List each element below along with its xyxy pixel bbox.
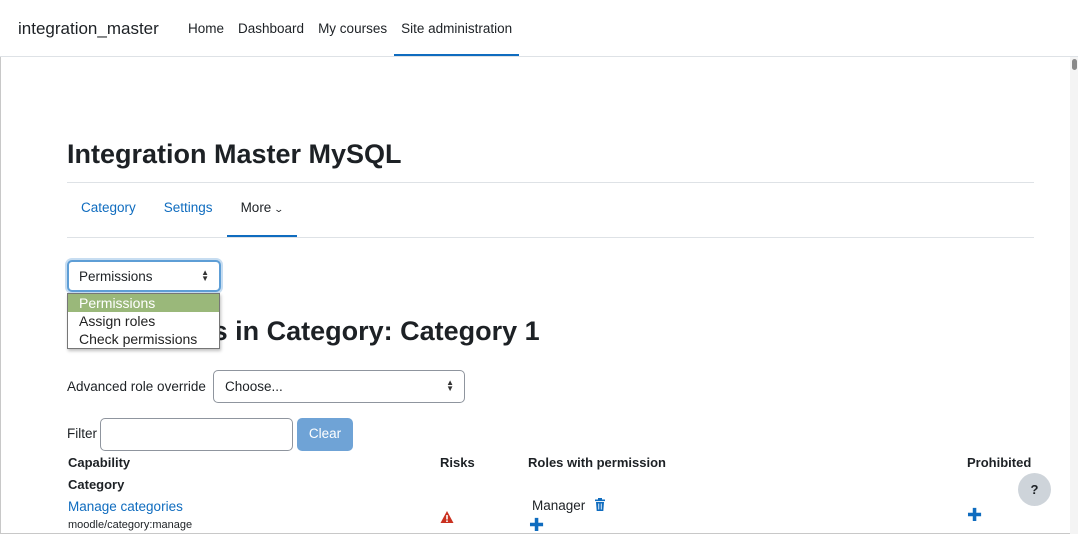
nav-home[interactable]: Home <box>181 0 231 56</box>
advanced-override-label: Advanced role override <box>67 379 206 394</box>
site-brand[interactable]: integration_master <box>18 19 159 39</box>
scrollbar-thumb[interactable] <box>1072 59 1077 70</box>
add-prohibited-plus-icon[interactable]: ✚ <box>967 506 982 524</box>
capability-code: moodle/category:manage <box>68 519 193 531</box>
help-button[interactable]: ? <box>1018 473 1051 506</box>
tab-category[interactable]: Category <box>67 183 150 237</box>
secondary-nav: Category Settings More ⌄ <box>67 183 297 237</box>
tab-more-label: More <box>240 200 272 215</box>
filter-input[interactable] <box>100 418 293 451</box>
option-check-permissions[interactable]: Check permissions <box>68 330 219 348</box>
nav-my-courses[interactable]: My courses <box>311 0 394 56</box>
header-prohibited: Prohibited <box>967 455 1032 470</box>
advanced-override-select[interactable]: Choose... ▲ ▼ <box>213 370 465 403</box>
select-arrows-icon: ▲ ▼ <box>201 268 209 283</box>
tab-settings[interactable]: Settings <box>150 183 227 237</box>
advanced-override-value: Choose... <box>225 379 283 394</box>
option-assign-roles[interactable]: Assign roles <box>68 312 219 330</box>
heading-visible-part: s in Category: Category 1 <box>212 316 540 346</box>
scrollbar[interactable] <box>1070 57 1078 534</box>
nav-dashboard[interactable]: Dashboard <box>231 0 311 56</box>
page-title: Integration Master MySQL <box>67 139 402 169</box>
warning-icon[interactable] <box>440 510 454 524</box>
jump-select-value: Permissions <box>79 269 153 284</box>
add-role-plus-icon[interactable]: ✚ <box>529 516 544 534</box>
primary-nav: Home Dashboard My courses Site administr… <box>181 0 520 56</box>
option-permissions[interactable]: Permissions <box>68 294 219 312</box>
tab-more[interactable]: More ⌄ <box>226 183 297 237</box>
jump-select-dropdown: Permissions Assign roles Check permissio… <box>67 293 220 349</box>
capability-link[interactable]: Manage categories <box>68 499 183 514</box>
nav-site-administration[interactable]: Site administration <box>394 0 520 56</box>
jump-select[interactable]: Permissions ▲ ▼ <box>67 260 221 292</box>
clear-button[interactable]: Clear <box>297 418 353 451</box>
filter-label: Filter <box>67 426 97 441</box>
header-capability: Capability <box>68 455 131 470</box>
trash-icon[interactable] <box>594 498 606 511</box>
role-manager: Manager <box>532 498 586 513</box>
top-navbar: integration_master Home Dashboard My cou… <box>0 0 1078 57</box>
capability-group: Category <box>68 477 125 492</box>
divider <box>67 237 1034 238</box>
header-risks: Risks <box>440 455 475 470</box>
chevron-down-icon: ⌄ <box>273 204 285 214</box>
header-roles: Roles with permission <box>528 455 666 470</box>
select-arrows-icon: ▲ ▼ <box>446 378 454 393</box>
